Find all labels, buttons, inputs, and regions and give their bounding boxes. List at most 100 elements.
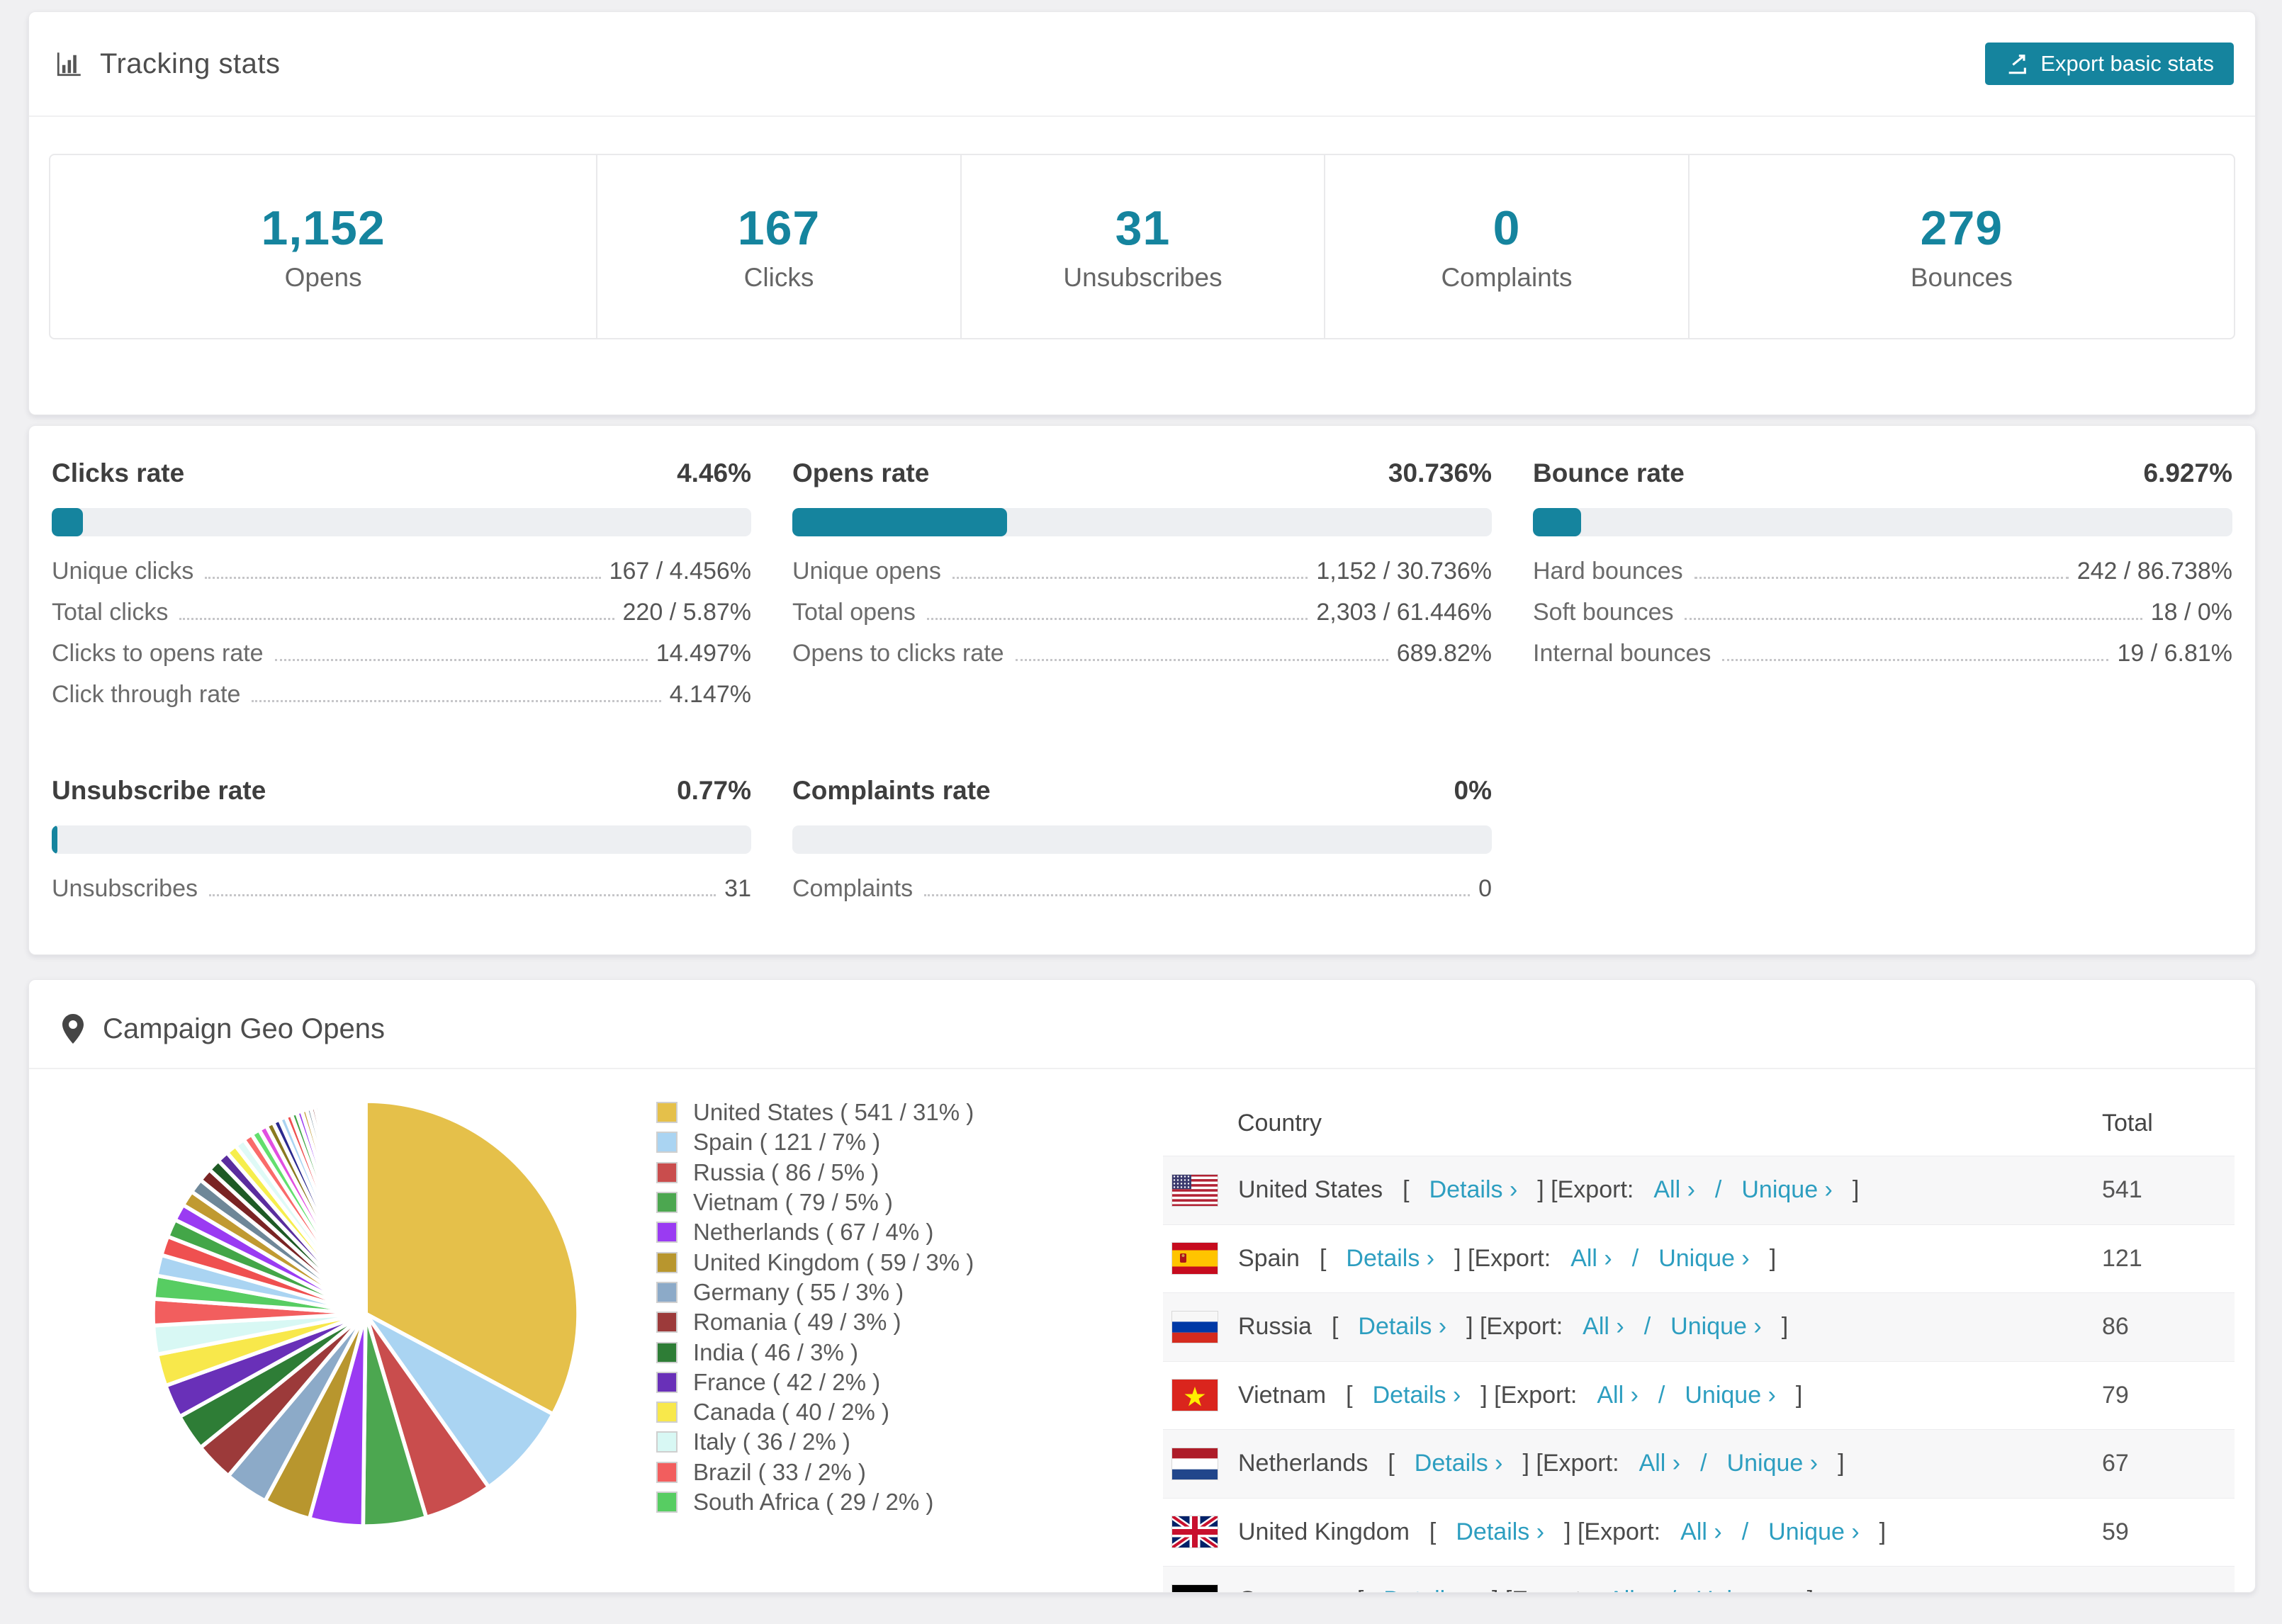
rate-row-value: 18 / 0% [2150,599,2232,626]
rate-row-label: Unique clicks [52,558,194,585]
slash-separator: / [1741,1518,1749,1545]
export-all-link[interactable]: All › [1583,1313,1624,1341]
rate-rows: Unique clicks 167 / 4.456% Total clicks 220… [52,558,751,722]
export-unique-link[interactable]: Unique › [1727,1450,1819,1477]
table-row-united-kingdom: United Kingdom [Details ›] [Export: All … [1163,1497,2235,1567]
export-all-link[interactable]: All › [1653,1176,1695,1204]
geo-table-header: Country Total [1163,1090,2235,1156]
country-cell: United Kingdom [Details ›] [Export: All … [1163,1516,2102,1549]
export-unique-link[interactable]: Unique › [1670,1313,1762,1341]
bracket: ] [1769,1244,1777,1272]
stat-value: 0 [1493,201,1521,255]
legend-label: United States ( 541 / 31% ) [693,1099,974,1126]
export-all-link[interactable]: All › [1680,1518,1722,1546]
export-unique-link[interactable]: Unique › [1768,1518,1860,1546]
rate-block-opens-rate: Opens rate 30.736% Unique opens 1,152 / 30.… [792,458,1492,722]
stat-opens: 1,152 Opens [50,155,596,338]
details-link[interactable]: Details › [1429,1176,1518,1204]
total-cell: 59 [2102,1518,2129,1545]
legend-label: Italy ( 36 / 2% ) [693,1428,850,1455]
rate-progress-fill [1533,508,1582,536]
rate-row-label: Internal bounces [1533,640,1712,667]
legend-swatch [656,1431,678,1453]
details-link[interactable]: Details › [1373,1382,1461,1409]
rate-title: Clicks rate [52,458,185,487]
rate-progress-fill [52,825,57,854]
rate-row-unique-opens: Unique opens 1,152 / 30.736% [792,558,1492,599]
rate-row-value: 167 / 4.456% [609,558,751,585]
legend-item-vietnam: Vietnam ( 79 / 5% ) [656,1188,974,1217]
legend-swatch [656,1461,678,1483]
bracket: [ [1319,1244,1327,1272]
rate-percent: 0% [1454,776,1492,805]
bracket: ] [Export: [1466,1313,1563,1341]
legend-swatch [656,1402,678,1423]
export-unique-link[interactable]: Unique › [1685,1382,1776,1409]
export-all-link[interactable]: All › [1639,1450,1681,1477]
bracket: ] [1795,1381,1803,1409]
export-icon [2005,52,2029,76]
rate-block-complaints-rate: Complaints rate 0% Complaints 0 [792,776,1492,916]
flag-de [1171,1584,1218,1592]
rate-progress-fill [792,508,1008,536]
stat-label: Clicks [743,263,814,292]
bracket: ] [1838,1450,1845,1477]
legend-label: United Kingdom ( 59 / 3% ) [693,1248,974,1275]
dotted-leader [179,618,614,620]
country-cell: Vietnam [Details ›] [Export: All › / Uni… [1163,1379,2102,1412]
legend-label: Netherlands ( 67 / 4% ) [693,1219,934,1246]
dotted-leader [952,577,1308,579]
dotted-leader [924,894,1471,896]
rate-rows: Unsubscribes 31 [52,875,751,916]
stat-unsubscribes: 31 Unsubscribes [960,155,1325,338]
rate-row-label: Unique opens [792,558,941,585]
table-row-spain: Spain [Details ›] [Export: All › / Uniqu… [1163,1224,2235,1293]
rate-title: Unsubscribe rate [52,776,266,805]
legend-label: Romania ( 49 / 3% ) [693,1309,901,1336]
export-basic-stats-button[interactable]: Export basic stats [1985,43,2234,85]
details-link[interactable]: Details › [1358,1313,1446,1341]
rate-row-soft-bounces: Soft bounces 18 / 0% [1533,599,2232,640]
stat-label: Unsubscribes [1063,263,1222,292]
rate-head: Unsubscribe rate 0.77% [52,776,751,806]
details-link[interactable]: Details › [1456,1518,1544,1546]
export-all-link[interactable]: All › [1608,1586,1650,1592]
legend-label: Brazil ( 33 / 2% ) [693,1458,866,1485]
legend-item-russia: Russia ( 86 / 5% ) [656,1158,974,1188]
rate-progress-track [52,825,751,854]
rate-row-label: Complaints [792,875,914,902]
legend-swatch [656,1492,678,1513]
dotted-leader [1694,577,2069,579]
rate-row-opens-to-clicks-rate: Opens to clicks rate 689.82% [792,640,1492,681]
table-row-netherlands: Netherlands [Details ›] [Export: All › /… [1163,1429,2235,1498]
country-cell: Spain [Details ›] [Export: All › / Uniqu… [1163,1242,2102,1275]
legend-item-netherlands: Netherlands ( 67 / 4% ) [656,1217,974,1247]
table-row-russia: Russia [Details ›] [Export: All › / Uniq… [1163,1292,2235,1361]
stat-value: 31 [1115,201,1171,255]
stat-complaints: 0 Complaints [1324,155,1688,338]
export-unique-link[interactable]: Unique › [1696,1586,1787,1592]
rate-row-label: Soft bounces [1533,599,1674,626]
rate-row-value: 1,152 / 30.736% [1316,558,1492,585]
dotted-leader [205,577,601,579]
export-all-link[interactable]: All › [1597,1382,1639,1409]
rate-row-label: Unsubscribes [52,875,198,902]
export-unique-link[interactable]: Unique › [1741,1176,1833,1204]
table-row-vietnam: Vietnam [Details ›] [Export: All › / Uni… [1163,1360,2235,1430]
export-all-link[interactable]: All › [1570,1245,1612,1273]
slash-separator: / [1643,1313,1651,1341]
details-link[interactable]: Details › [1383,1586,1472,1592]
rate-progress-track [1533,508,2232,536]
rate-row-hard-bounces: Hard bounces 242 / 86.738% [1533,558,2232,599]
legend-item-france: France ( 42 / 2% ) [656,1368,974,1397]
legend-swatch [656,1341,678,1363]
details-link[interactable]: Details › [1346,1245,1434,1273]
country-name: United Kingdom [1238,1518,1410,1545]
export-unique-link[interactable]: Unique › [1658,1245,1750,1273]
geo-opens-table: Country Total United States [Details ›] [E… [1163,1090,2235,1592]
rate-row-value: 0 [1478,875,1492,902]
details-link[interactable]: Details › [1415,1450,1503,1477]
geo-header: Campaign Geo Opens [29,980,2255,1069]
rate-percent: 6.927% [2143,458,2233,487]
rate-row-value: 220 / 5.87% [622,599,751,626]
